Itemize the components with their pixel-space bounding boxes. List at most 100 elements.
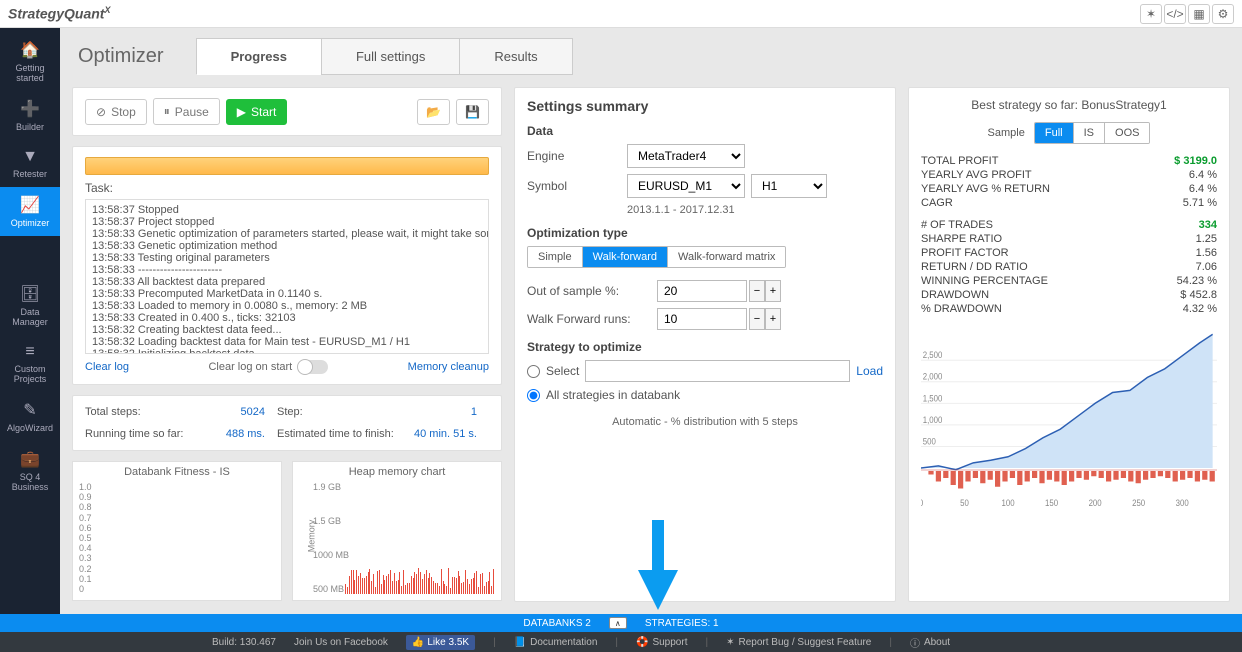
- stack-icon: ≡: [25, 343, 34, 361]
- sidebar-item-algowizard[interactable]: ✎AlgoWizard: [0, 392, 60, 441]
- strategy-section-label: Strategy to optimize: [527, 340, 883, 354]
- tab-results[interactable]: Results: [459, 38, 572, 75]
- step-label: Step:: [277, 406, 409, 418]
- bug-report-icon: ✶: [726, 637, 734, 648]
- oos-inc[interactable]: +: [765, 280, 781, 302]
- pause-icon: ⏸: [164, 104, 170, 119]
- sidebar-item-optimizer[interactable]: 📈Optimizer: [0, 187, 60, 236]
- oos-label: Out of sample %:: [527, 284, 657, 298]
- svg-text:250: 250: [1132, 497, 1145, 508]
- wf-inc[interactable]: +: [765, 308, 781, 330]
- svg-text:150: 150: [1045, 497, 1058, 508]
- sample-oos[interactable]: OOS: [1105, 123, 1149, 143]
- opt-type-label: Optimization type: [527, 226, 883, 240]
- strategy-all-label: All strategies in databank: [546, 388, 680, 402]
- stop-button[interactable]: ⊘Stop: [85, 99, 147, 125]
- play-icon: ▶: [237, 105, 246, 119]
- eta-value: 40 min. 51 s.: [409, 428, 489, 440]
- page-title: Optimizer: [78, 45, 164, 68]
- funnel-icon: ▼: [22, 148, 38, 166]
- log-panel[interactable]: 13:58:37 Stopped13:58:37 Project stopped…: [85, 199, 489, 354]
- save-button[interactable]: 💾: [456, 99, 489, 125]
- sidebar-item-builder[interactable]: ➕Builder: [0, 91, 60, 140]
- progress-bar: [85, 157, 489, 175]
- databanks-count: DATABANKS 2: [523, 618, 590, 629]
- pause-button[interactable]: ⏸Pause: [153, 98, 220, 125]
- sidebar-item-custom-projects[interactable]: ≡Custom Projects: [0, 335, 60, 392]
- strategy-all-radio[interactable]: [527, 389, 540, 402]
- memory-cleanup-link[interactable]: Memory cleanup: [408, 361, 489, 373]
- wf-input[interactable]: [657, 308, 747, 330]
- symbol-select[interactable]: EURUSD_M1: [627, 174, 745, 198]
- wf-dec[interactable]: −: [749, 308, 765, 330]
- start-button[interactable]: ▶Start: [226, 99, 288, 125]
- opt-simple[interactable]: Simple: [528, 247, 583, 267]
- support-link[interactable]: 🛟Support: [636, 637, 687, 648]
- total-steps-value: 5024: [217, 406, 277, 418]
- report-bug-link[interactable]: ✶Report Bug / Suggest Feature: [726, 637, 871, 648]
- svg-text:0: 0: [921, 497, 923, 508]
- strategy-select-label: Select: [546, 364, 579, 378]
- svg-text:300: 300: [1176, 497, 1189, 508]
- stop-icon: ⊘: [96, 105, 106, 119]
- svg-text:50: 50: [960, 497, 969, 508]
- sample-full[interactable]: Full: [1035, 123, 1074, 143]
- total-steps-label: Total steps:: [85, 406, 217, 418]
- oos-dec[interactable]: −: [749, 280, 765, 302]
- facebook-link[interactable]: Join Us on Facebook: [294, 637, 388, 648]
- svg-text:500: 500: [923, 436, 936, 447]
- about-link[interactable]: ⓘAbout: [910, 635, 950, 650]
- running-time-label: Running time so far:: [85, 428, 217, 440]
- tab-progress[interactable]: Progress: [196, 38, 322, 75]
- clear-on-start-toggle[interactable]: [298, 360, 328, 374]
- chart-icon: 📈: [20, 195, 40, 215]
- step-value: 1: [409, 406, 489, 418]
- home-icon: 🏠: [20, 40, 40, 60]
- open-button[interactable]: 📂: [417, 99, 450, 125]
- chevron-up-icon[interactable]: ∧: [609, 617, 627, 629]
- clear-on-start-label: Clear log on start: [208, 361, 292, 373]
- build-label: Build: 130.467: [212, 637, 276, 648]
- grid-icon[interactable]: ▦: [1188, 4, 1210, 24]
- strategy-path-input[interactable]: [585, 360, 850, 382]
- databank-fitness-chart: Databank Fitness - IS 1.00.90.80.70.60.5…: [72, 461, 282, 601]
- strategy-select-radio[interactable]: [527, 365, 540, 378]
- wf-label: Walk Forward runs:: [527, 312, 657, 326]
- opt-walkforward[interactable]: Walk-forward: [583, 247, 668, 267]
- sidebar-item-getting-started[interactable]: 🏠Getting started: [0, 32, 60, 91]
- database-icon: 🗄: [20, 284, 40, 304]
- engine-select[interactable]: MetaTrader4: [627, 144, 745, 168]
- info-icon: ⓘ: [910, 635, 920, 650]
- logo: StrategyQuantX: [8, 5, 110, 22]
- load-link[interactable]: Load: [856, 364, 883, 378]
- documentation-link[interactable]: 📘Documentation: [514, 637, 598, 648]
- like-button[interactable]: 👍 Like 3.5K: [406, 635, 475, 650]
- sidebar-item-sq4business[interactable]: 💼SQ 4 Business: [0, 441, 60, 500]
- heap-memory-chart: Heap memory chart 1.9 GB1.5 GB1000 MB500…: [292, 461, 502, 601]
- support-icon: 🛟: [636, 637, 648, 648]
- wand-icon: ✎: [23, 400, 36, 420]
- symbol-label: Symbol: [527, 179, 627, 193]
- sidebar: 🏠Getting started ➕Builder ▼Retester 📈Opt…: [0, 28, 60, 614]
- svg-text:1,500: 1,500: [923, 393, 943, 404]
- timeframe-select[interactable]: H1: [751, 174, 827, 198]
- best-strategy-title: Best strategy so far: BonusStrategy1: [921, 98, 1217, 112]
- svg-text:2,500: 2,500: [923, 350, 943, 361]
- sample-is[interactable]: IS: [1074, 123, 1105, 143]
- opt-wfmatrix[interactable]: Walk-forward matrix: [668, 247, 785, 267]
- bug-icon[interactable]: ✶: [1140, 4, 1162, 24]
- folder-icon: 📂: [426, 105, 441, 119]
- sidebar-item-data-manager[interactable]: 🗄Data Manager: [0, 276, 60, 335]
- svg-text:200: 200: [1089, 497, 1102, 508]
- svg-text:2,000: 2,000: [923, 371, 943, 382]
- databank-bar[interactable]: DATABANKS 2 ∧ STRATEGIES: 1: [0, 614, 1242, 632]
- pointer-arrow-icon: [638, 520, 678, 610]
- clear-log-link[interactable]: Clear log: [85, 361, 129, 373]
- code-icon[interactable]: </>: [1164, 4, 1186, 24]
- tab-full-settings[interactable]: Full settings: [321, 38, 460, 75]
- gear-icon[interactable]: ⚙: [1212, 4, 1234, 24]
- save-icon: 💾: [465, 105, 480, 119]
- sidebar-item-retester[interactable]: ▼Retester: [0, 140, 60, 187]
- oos-input[interactable]: [657, 280, 747, 302]
- task-label: Task:: [85, 181, 489, 195]
